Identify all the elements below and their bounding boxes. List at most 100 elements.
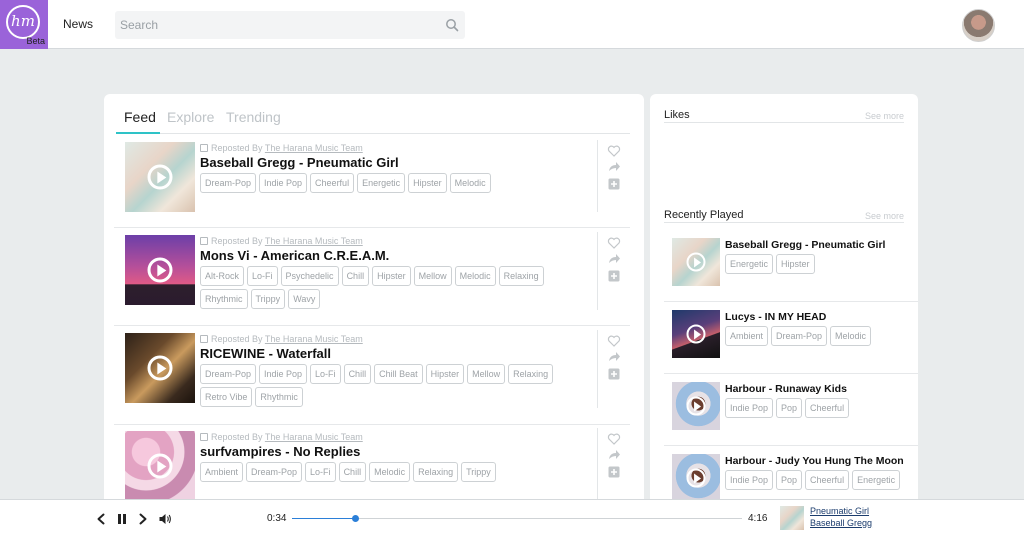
now-playing-artist-link[interactable]: Baseball Gregg <box>810 518 872 528</box>
tag[interactable]: Rhythmic <box>200 289 248 309</box>
tag[interactable]: Melodic <box>369 462 411 482</box>
add-icon[interactable] <box>607 367 621 381</box>
tab-feed[interactable]: Feed <box>124 109 156 125</box>
heart-icon[interactable] <box>607 432 621 446</box>
play-icon[interactable] <box>147 257 173 283</box>
volume-icon[interactable] <box>158 512 172 526</box>
tag[interactable]: Chill <box>338 462 367 482</box>
track-artwork[interactable] <box>672 310 720 358</box>
tag[interactable]: Alt-Rock <box>200 266 245 286</box>
tag[interactable]: Cheerful <box>805 398 850 418</box>
tag[interactable]: Lo-Fi <box>310 364 341 384</box>
user-avatar[interactable] <box>962 9 995 42</box>
search-input[interactable] <box>115 11 435 39</box>
tag[interactable]: Retro Vibe <box>200 387 253 407</box>
tag[interactable]: Relaxing <box>413 462 459 482</box>
tag[interactable]: Rhythmic <box>255 387 303 407</box>
tag[interactable]: Relaxing <box>508 364 554 384</box>
tag[interactable]: Indie Pop <box>725 470 774 490</box>
now-playing-artwork[interactable] <box>780 506 804 530</box>
share-icon[interactable] <box>607 252 621 266</box>
repost-author-link[interactable]: The Harana Music Team <box>265 334 363 344</box>
tag[interactable]: Psychedelic <box>280 266 339 286</box>
play-icon[interactable] <box>686 468 706 488</box>
play-icon[interactable] <box>147 164 173 190</box>
track-artwork[interactable] <box>125 235 195 305</box>
tag[interactable]: Melodic <box>454 266 496 286</box>
recently-played-see-more-link[interactable]: See more <box>865 211 904 221</box>
pause-icon[interactable] <box>115 512 129 526</box>
tag[interactable]: Indie Pop <box>259 173 308 193</box>
tag[interactable]: Hipster <box>372 266 411 286</box>
tag[interactable]: Cheerful <box>310 173 355 193</box>
tag[interactable]: Dream-Pop <box>771 326 828 346</box>
track-title[interactable]: Mons Vi - American C.R.E.A.M. <box>200 248 389 263</box>
tag[interactable]: Relaxing <box>498 266 544 286</box>
recent-track-title[interactable]: Harbour - Runaway Kids <box>725 383 847 395</box>
tag[interactable]: Chill <box>343 364 372 384</box>
repost-author-link[interactable]: The Harana Music Team <box>265 143 363 153</box>
track-title[interactable]: Baseball Gregg - Pneumatic Girl <box>200 155 399 170</box>
tag[interactable]: Hipster <box>425 364 465 384</box>
tag[interactable]: Energetic <box>852 470 901 490</box>
track-artwork[interactable] <box>672 382 720 430</box>
tag[interactable]: Mellow <box>467 364 506 384</box>
heart-icon[interactable] <box>607 144 621 158</box>
track-artwork[interactable] <box>125 142 195 212</box>
now-playing-title-link[interactable]: Pneumatic Girl <box>810 506 869 516</box>
recent-track-title[interactable]: Lucys - IN MY HEAD <box>725 311 826 323</box>
recent-track-title[interactable]: Baseball Gregg - Pneumatic Girl <box>725 239 885 251</box>
tag[interactable]: Wavy <box>288 289 321 309</box>
tag[interactable]: Pop <box>776 398 803 418</box>
recent-track-title[interactable]: Harbour - Judy You Hung The Moon <box>725 455 904 467</box>
tag[interactable]: Pop <box>776 470 803 490</box>
logo[interactable]: hm Beta <box>0 0 48 49</box>
tag[interactable]: Melodic <box>449 173 491 193</box>
add-icon[interactable] <box>607 269 621 283</box>
track-title[interactable]: RICEWINE - Waterfall <box>200 346 331 361</box>
tag[interactable]: Trippy <box>250 289 286 309</box>
progress-track[interactable] <box>292 515 742 522</box>
tab-explore[interactable]: Explore <box>167 109 214 125</box>
heart-icon[interactable] <box>607 334 621 348</box>
tag[interactable]: Energetic <box>725 254 774 274</box>
tag[interactable]: Chill Beat <box>374 364 423 384</box>
track-artwork[interactable] <box>672 238 720 286</box>
tag[interactable]: Melodic <box>830 326 872 346</box>
tag[interactable]: Chill <box>341 266 370 286</box>
tag[interactable]: Hipster <box>408 173 447 193</box>
heart-icon[interactable] <box>607 236 621 250</box>
tag[interactable]: Dream-Pop <box>200 173 257 193</box>
nav-news-link[interactable]: News <box>63 17 93 31</box>
tag[interactable]: Trippy <box>461 462 496 482</box>
play-icon[interactable] <box>686 252 706 272</box>
share-icon[interactable] <box>607 448 621 462</box>
next-icon[interactable] <box>136 512 150 526</box>
tag[interactable]: Dream-Pop <box>246 462 303 482</box>
play-icon[interactable] <box>686 396 706 416</box>
play-icon[interactable] <box>147 453 173 479</box>
likes-see-more-link[interactable]: See more <box>865 111 904 121</box>
add-icon[interactable] <box>607 177 621 191</box>
tag[interactable]: Lo-Fi <box>305 462 336 482</box>
share-icon[interactable] <box>607 160 621 174</box>
search-bar[interactable] <box>115 11 465 39</box>
share-icon[interactable] <box>607 350 621 364</box>
track-artwork[interactable] <box>672 454 720 502</box>
tag[interactable]: Dream-Pop <box>200 364 257 384</box>
track-title[interactable]: surfvampires - No Replies <box>200 444 360 459</box>
tag[interactable]: Lo-Fi <box>247 266 278 286</box>
repost-author-link[interactable]: The Harana Music Team <box>265 432 363 442</box>
track-artwork[interactable] <box>125 333 195 403</box>
add-icon[interactable] <box>607 465 621 479</box>
tag[interactable]: Indie Pop <box>725 398 774 418</box>
repost-author-link[interactable]: The Harana Music Team <box>265 236 363 246</box>
progress-handle[interactable] <box>352 515 359 522</box>
tag[interactable]: Ambient <box>725 326 769 346</box>
previous-icon[interactable] <box>94 512 108 526</box>
tag[interactable]: Indie Pop <box>259 364 308 384</box>
tag[interactable]: Ambient <box>200 462 244 482</box>
play-icon[interactable] <box>147 355 173 381</box>
tag[interactable]: Cheerful <box>805 470 850 490</box>
tag[interactable]: Mellow <box>413 266 452 286</box>
